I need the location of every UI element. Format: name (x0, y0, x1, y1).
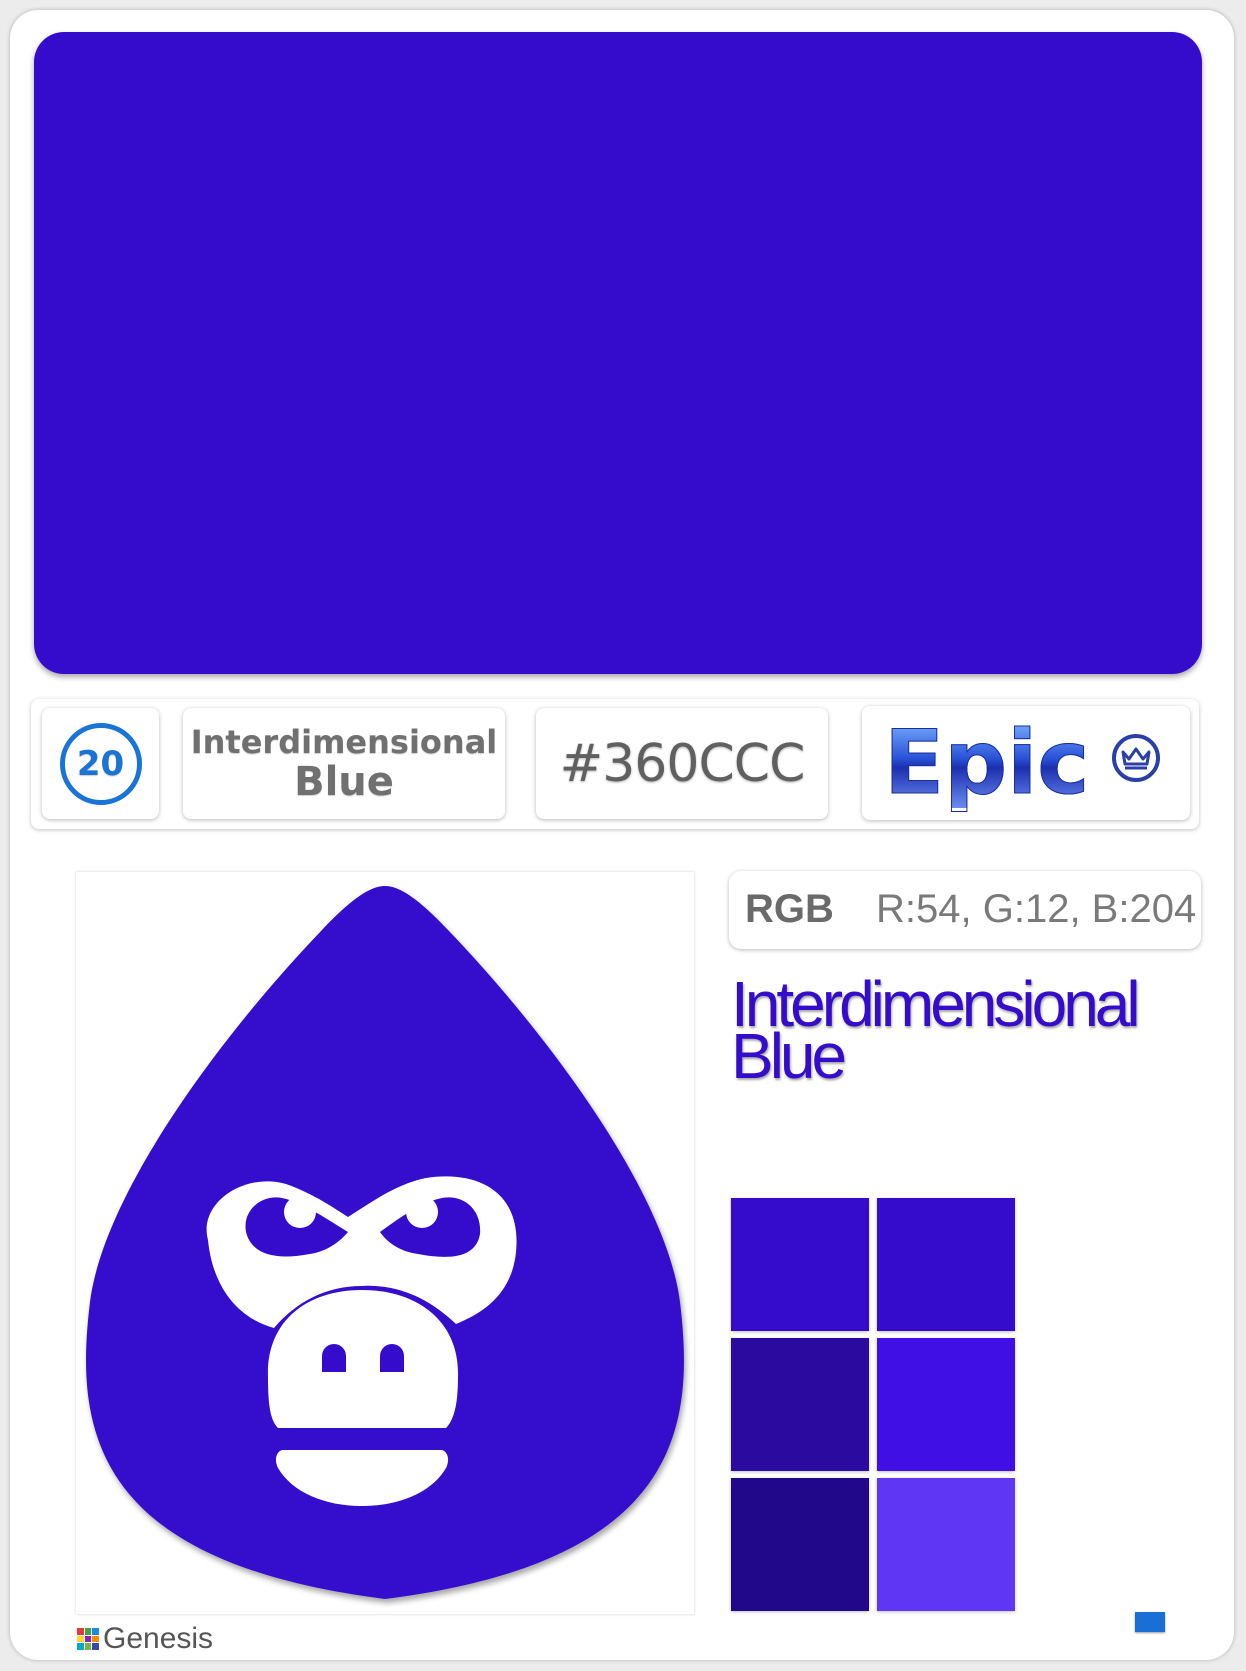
number-badge: 20 (42, 708, 159, 819)
color-name-title: Interdimensional Blue (731, 972, 1211, 1088)
shade-swatch-4 (877, 1338, 1015, 1471)
illustration-panel (76, 872, 694, 1614)
shade-swatch-1 (731, 1198, 869, 1331)
rgb-label: RGB (745, 887, 834, 931)
name-line1: Interdimensional (190, 722, 498, 761)
shade-swatch-3 (731, 1338, 869, 1471)
gorilla-face-icon (86, 886, 684, 1599)
grid-logo-icon (77, 1628, 99, 1650)
color-hero-swatch (34, 32, 1202, 674)
name-line2: Blue (294, 758, 394, 805)
crown-icon (1112, 734, 1160, 782)
brand: Genesis (77, 1622, 213, 1656)
rgb-badge: RGB R:54, G:12, B:204 (729, 871, 1201, 949)
hex-badge: #360CCC (536, 708, 828, 819)
rarity-badge: Epic (862, 706, 1190, 820)
mini-flag-icon (1135, 1612, 1165, 1632)
number-value: 20 (76, 743, 125, 784)
hex-value: #360CCC (559, 733, 806, 794)
name-badge: Interdimensional Blue (183, 708, 505, 819)
rgb-value: R:54, G:12, B:204 (876, 887, 1197, 931)
shade-swatch-2 (877, 1198, 1015, 1331)
shade-swatch-6 (877, 1478, 1015, 1611)
brand-name: Genesis (103, 1622, 214, 1655)
rarity-label: Epic (883, 711, 1090, 814)
shade-swatch-5 (731, 1478, 869, 1611)
number-circle: 20 (59, 722, 142, 805)
